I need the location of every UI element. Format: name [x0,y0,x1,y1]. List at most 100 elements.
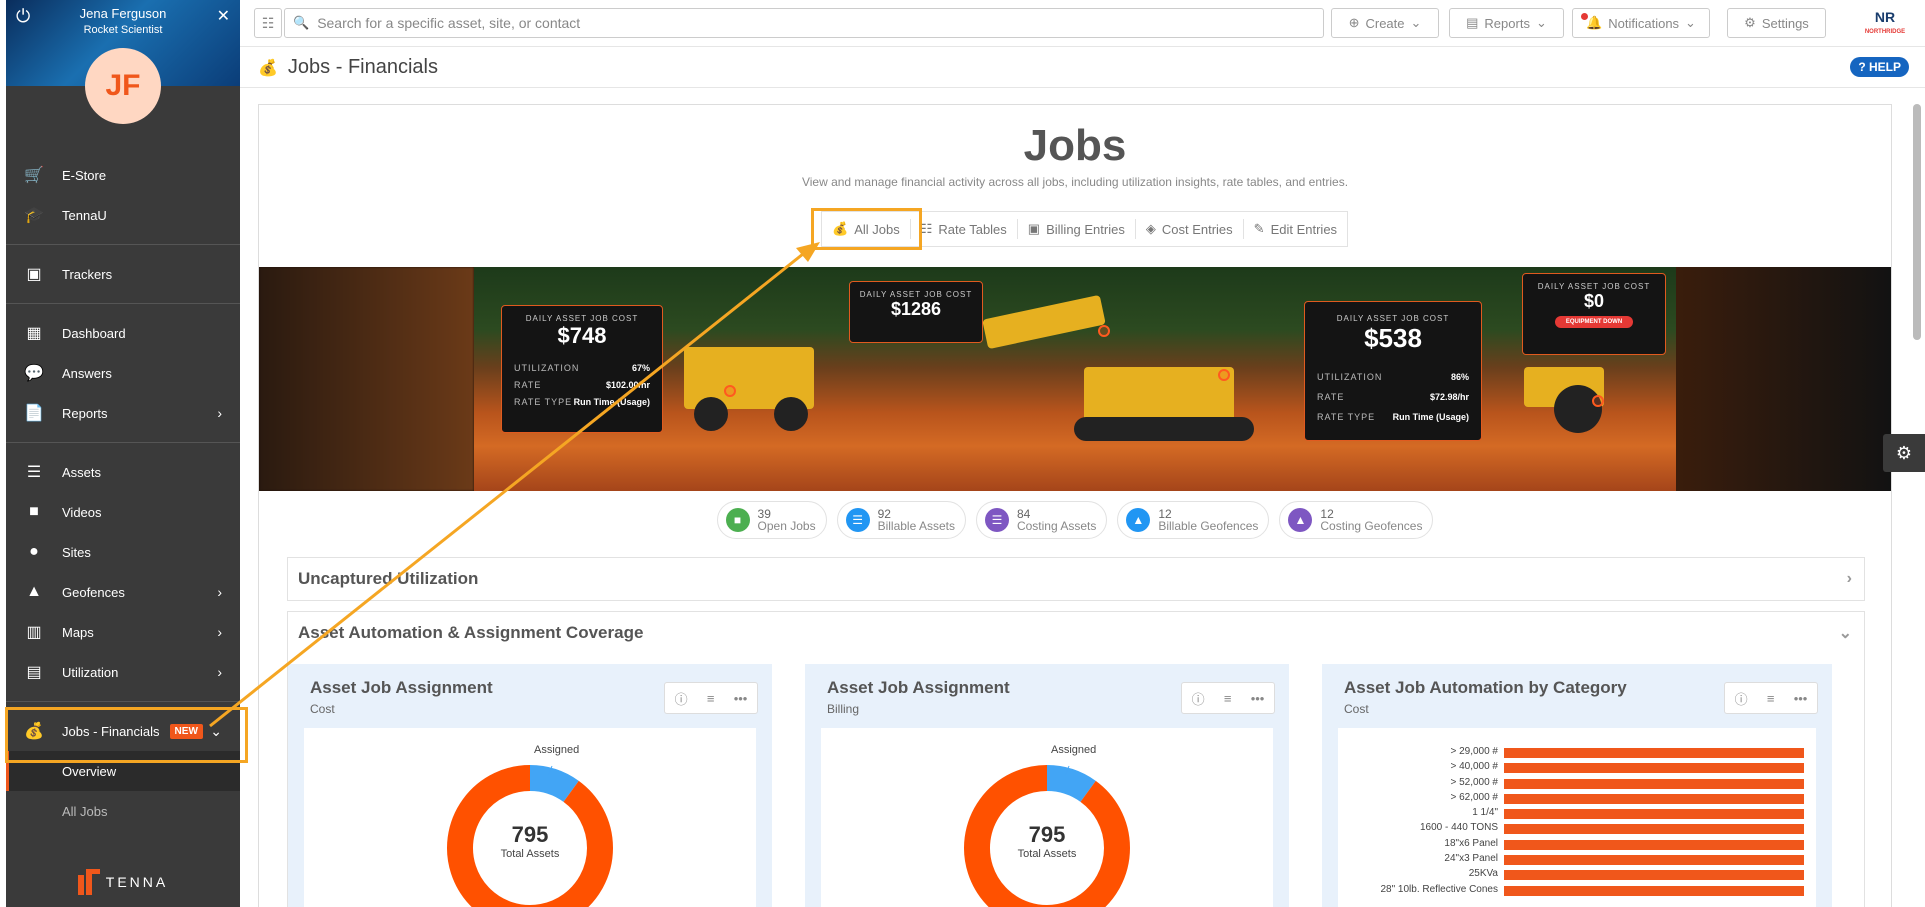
filter-icon[interactable]: ≡ [1767,691,1775,706]
pin-icon[interactable]: ✕ [217,6,230,26]
sidebar-item-label: TennaU [62,207,107,223]
sidebar-sub-all-jobs[interactable]: All Jobs [6,791,240,831]
donut-slice-assigned[interactable] [529,765,579,803]
tab-all-jobs[interactable]: 💰 All Jobs [811,208,922,250]
donut-center: 795 Total Assets [480,822,580,860]
more-icon[interactable]: ••• [1251,691,1265,706]
avatar[interactable]: JF [85,48,161,124]
help-button[interactable]: ? HELP [1850,57,1909,77]
rate-type-value: Run Time (Usage) [573,397,650,407]
info-icon[interactable]: ⓘ [1735,689,1748,708]
donut-center: 795 Total Assets [997,822,1097,860]
panel-tools: ⓘ ≡ ••• [1181,682,1275,714]
bar-mark[interactable] [1504,824,1804,835]
jobs-subtitle: View and manage financial activity acros… [801,175,1349,189]
donut-total-label: Total Assets [1017,848,1077,860]
donut-slice-assigned[interactable] [1046,765,1096,803]
panel-subtitle: Cost [1344,702,1369,716]
sidebar-item-label: Reports [62,405,108,421]
sidebar-item-label: Maps [62,624,94,640]
sidebar-item-dashboard[interactable]: ▦ Dashboard [6,313,240,353]
reports-button[interactable]: ▤ Reports ⌄ [1449,8,1564,38]
create-button[interactable]: ⊕ Create ⌄ [1331,8,1439,38]
bar-mark[interactable] [1504,870,1804,881]
sidebar: ⏻ Jena Ferguson Rocket Scientist ✕ JF 🛒 E… [6,0,240,907]
stat-billable-assets[interactable]: ☰ 92 Billable Assets [836,501,966,539]
card-value: $0 [1583,291,1605,311]
panel-title: Asset Job Assignment [827,678,1010,697]
sidebar-item-sites[interactable]: ● Sites [6,532,240,572]
list-icon: ☰ [984,508,1009,532]
stat-open-jobs[interactable]: ■ 39 Open Jobs [716,501,827,539]
bar-mark[interactable] [1504,778,1804,789]
sidebar-item-utilization[interactable]: ▤ Utilization › [6,652,240,692]
bar-mark[interactable] [1504,855,1804,866]
more-icon[interactable]: ••• [734,691,748,706]
utilization-label: UTILIZATION [1317,372,1383,382]
sidebar-item-answers[interactable]: 💬 Answers [6,353,240,393]
bar-category-label: 24"x3 Panel [1444,853,1498,865]
document-icon: 📄 [24,405,44,422]
reports-label: Reports [1484,15,1530,31]
tab-cost-entries[interactable]: ◈ Cost Entries [1136,219,1244,239]
map-icon: ▥ [26,624,42,641]
donut-slice-label: Assigned [1051,744,1097,756]
sidebar-item-reports[interactable]: 📄 Reports › [6,393,240,433]
bar-mark[interactable] [1504,793,1804,804]
equipment-down-badge: EQUIPMENT DOWN [1555,316,1633,328]
bar-mark[interactable] [1504,885,1804,896]
tab-billing-entries[interactable]: ▣ Billing Entries [1018,219,1136,239]
logo-text: NR [1874,9,1896,25]
donut-svg [447,765,613,907]
sidebar-item-trackers[interactable]: ▣ Trackers [6,254,240,294]
more-icon[interactable]: ••• [1794,691,1808,706]
plus-circle-icon: ⊕ [1348,15,1360,30]
bar-category-label: 25KVa [1468,868,1498,880]
bar-mark[interactable] [1504,763,1804,774]
jobs-tabs: 💰 All Jobs ☷ Rate Tables ▣ Billing Entries … [811,208,1349,250]
money-bag-icon: 💰 [832,221,849,236]
stat-costing-geofences[interactable]: ▲ 12 Costing Geofences [1279,501,1434,539]
sidebar-item-geofences[interactable]: ▲ Geofences › [6,572,240,612]
donut-total-value: 795 [511,822,549,847]
list-icon: ☰ [26,464,42,481]
info-icon[interactable]: ⓘ [675,689,688,708]
page-scrollbar[interactable] [1913,92,1921,907]
scrollbar-thumb[interactable] [1913,104,1921,340]
wheel-shape [774,397,808,431]
bar-mark[interactable] [1504,839,1804,850]
notifications-button[interactable]: 🔔 Notifications ⌄ [1572,8,1710,38]
jobs-content: Jobs View and manage financial activity … [258,104,1892,907]
stat-costing-assets[interactable]: ☰ 84 Costing Assets [975,501,1108,539]
hero-image: DAILY ASSET JOB COST $748 UTILIZATION 67%… [474,267,1678,491]
logo-subtext: NORTHRIDGE [1864,29,1906,35]
filter-icon[interactable]: ≡ [1224,691,1232,706]
coverage-section-header[interactable]: Asset Automation & Assignment Coverage ⌄ [288,612,1864,654]
sidebar-item-e-store[interactable]: 🛒 E-Store [6,155,240,195]
info-icon[interactable]: ⓘ [1192,689,1205,708]
uncaptured-utilization-section[interactable]: Uncaptured Utilization › [287,557,1865,601]
jobs-heading: Jobs [1023,121,1127,170]
rate-type-label: RATE TYPE [1317,412,1376,422]
search-input[interactable]: 🔍 Search for a specific asset, site, or … [284,8,1324,38]
gear-icon: ⚙ [1744,15,1756,30]
sidebar-item-videos[interactable]: ■ Videos [6,492,240,532]
dashboard-icon: ▦ [26,325,42,342]
sidebar-item-tennau[interactable]: 🎓 TennaU [6,195,240,235]
settings-label: Settings [1761,15,1809,31]
wheel-shape [694,397,728,431]
settings-button[interactable]: ⚙ Settings [1727,8,1826,38]
sidebar-item-label: Utilization [62,664,119,680]
filter-button[interactable]: ☷ [254,8,282,38]
stat-billable-geofences[interactable]: ▲ 12 Billable Geofences [1117,501,1270,539]
sidebar-item-maps[interactable]: ▥ Maps › [6,612,240,652]
bar-chart-category: > 29,000 # > 40,000 # > 52,000 # > 62,000 #… [1338,728,1816,907]
filter-icon[interactable]: ≡ [707,691,715,706]
panel-subtitle: Cost [310,702,335,716]
tab-rate-tables[interactable]: ☷ Rate Tables [911,219,1018,239]
bar-mark[interactable] [1504,809,1804,820]
tab-edit-entries[interactable]: ✎ Edit Entries [1244,219,1347,239]
bar-mark[interactable] [1504,748,1804,758]
list-icon: ☰ [845,508,870,532]
sidebar-item-assets[interactable]: ☰ Assets [6,452,240,492]
